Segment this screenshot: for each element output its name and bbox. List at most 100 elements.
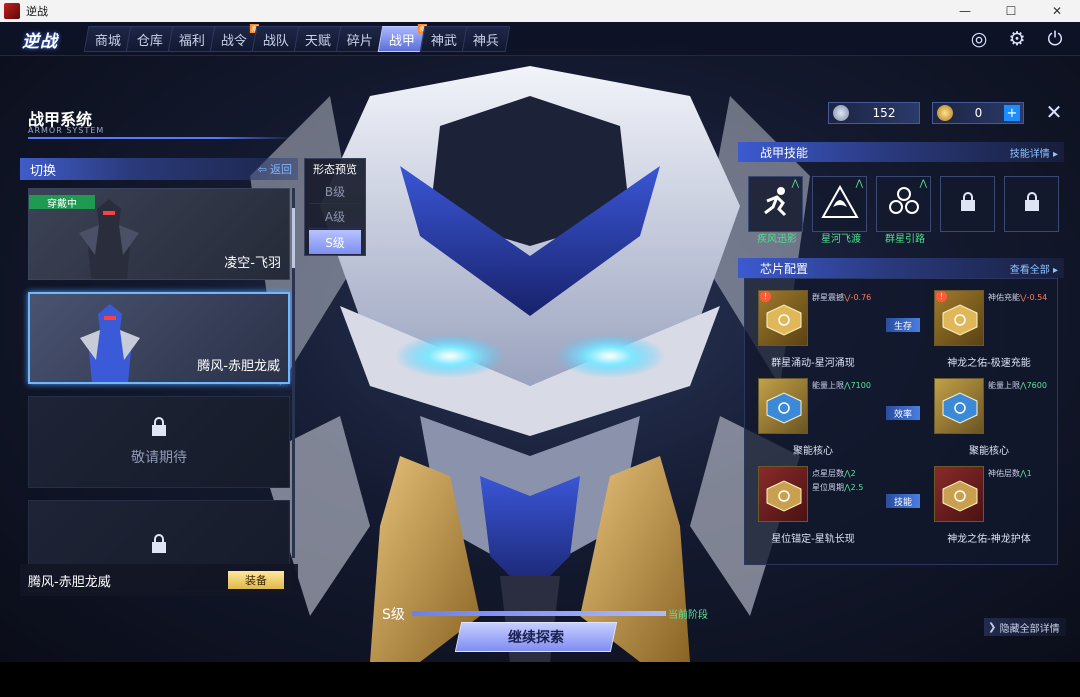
upgrade-arrow-icon: ⋀ bbox=[919, 179, 927, 189]
upgrade-arrow-icon: ⋀ bbox=[791, 179, 799, 189]
tab-8[interactable]: 神武 bbox=[419, 26, 469, 52]
chip-attr-value: 1 bbox=[1026, 469, 1032, 478]
form-option-1[interactable]: A级 bbox=[309, 205, 361, 229]
switch-header: 切换 ⇦ 返回 bbox=[20, 158, 298, 180]
view-all-label: 查看全部 bbox=[1009, 264, 1050, 276]
chip-attribute: 群星震撼⋁-0.76 bbox=[812, 292, 871, 303]
tab-4[interactable]: 战队 bbox=[251, 26, 301, 52]
lock-wrap: 敬请期待 bbox=[29, 397, 289, 487]
chip-link-label: 生存 bbox=[886, 318, 920, 332]
chip-attr-value: 2 bbox=[850, 469, 856, 478]
tab-5[interactable]: 天赋 bbox=[293, 26, 343, 52]
chip-attribute-2: 星位周期⋀2.5 bbox=[812, 482, 863, 493]
skill-slot[interactable] bbox=[940, 176, 995, 232]
power-icon[interactable]: ⏻ bbox=[1042, 26, 1068, 52]
add-gold-button[interactable]: + bbox=[1004, 105, 1020, 121]
chip-slot[interactable]: ! 神佑充能⋁-0.54 神龙之佑-极速充能 bbox=[924, 284, 1054, 370]
scrollbar-thumb[interactable] bbox=[292, 208, 295, 268]
skill-name: 疾风迅影 bbox=[757, 234, 797, 245]
continue-explore-button[interactable]: 继续探索 bbox=[454, 622, 618, 652]
equip-armor-name: 腾风-赤胆龙威 bbox=[28, 574, 111, 590]
armor-card[interactable]: 敬请期待 bbox=[28, 396, 290, 488]
skill-details-label: 技能详情 bbox=[1009, 148, 1050, 160]
close-window-button[interactable]: ✕ bbox=[1034, 0, 1080, 22]
tab-9[interactable]: 神兵 bbox=[461, 26, 511, 52]
form-option-0[interactable]: B级 bbox=[309, 180, 361, 204]
armor-card[interactable]: 腾风-赤胆龙威 bbox=[28, 292, 290, 384]
tab-0[interactable]: 商城 bbox=[83, 26, 133, 52]
skill-slot[interactable]: ⋀ 星河飞渡 bbox=[812, 176, 867, 245]
chip-name: 神龙之佑-神龙护体 bbox=[947, 534, 1031, 545]
star-cluster-icon bbox=[886, 185, 922, 223]
chip-link-label: 效率 bbox=[886, 406, 920, 420]
tab-3[interactable]: 战令新 bbox=[209, 24, 259, 52]
skills-list: ⋀ 疾风迅影 ⋀ 星河飞渡 ⋀ 群星引路 bbox=[748, 176, 1059, 245]
warning-icon: ! bbox=[936, 291, 947, 302]
skill-slot[interactable] bbox=[1004, 176, 1059, 232]
chip-slot[interactable]: 能量上限⋀7600 聚能核心 bbox=[924, 372, 1054, 458]
minimize-button[interactable]: — bbox=[942, 0, 988, 22]
skill-slot[interactable]: ⋀ 群星引路 bbox=[876, 176, 931, 245]
current-grade: S级 bbox=[382, 607, 405, 623]
skill-slot[interactable]: ⋀ 疾风迅影 bbox=[748, 176, 803, 245]
silver-coin-icon bbox=[833, 105, 849, 121]
chip-image bbox=[758, 466, 808, 522]
armor-name: 腾风-赤胆龙威 bbox=[197, 359, 280, 374]
form-option-2[interactable]: S级 bbox=[309, 230, 361, 254]
chip-attribute: 神佑层数⋀1 bbox=[988, 468, 1032, 479]
tab-label: 天赋 bbox=[304, 33, 331, 49]
window-controls: — ☐ ✕ bbox=[942, 0, 1080, 22]
chip-attr-name: 点星层数 bbox=[812, 469, 844, 478]
wearing-badge: 穿戴中 bbox=[29, 195, 95, 210]
skill-name: 群星引路 bbox=[885, 234, 925, 245]
hide-details-label: 隐藏全部详情 bbox=[999, 623, 1060, 635]
tab-7[interactable]: 战甲新 bbox=[377, 24, 427, 52]
form-options: B级 A级 S级 bbox=[305, 180, 365, 254]
gold-coin-icon bbox=[937, 105, 953, 121]
skill-name: 星河飞渡 bbox=[821, 234, 861, 245]
armor-switch-panel: 切换 ⇦ 返回 穿戴中 凌空-飞羽 腾风-赤胆龙威 敬请期待 腾风-赤胆龙威 装备 bbox=[20, 158, 298, 596]
maximize-button[interactable]: ☐ bbox=[988, 0, 1034, 22]
tab-1[interactable]: 仓库 bbox=[125, 26, 175, 52]
window-titlebar: 逆战 — ☐ ✕ bbox=[0, 0, 1080, 22]
tab-label: 战队 bbox=[262, 33, 289, 49]
armor-card[interactable]: 穿戴中 凌空-飞羽 bbox=[28, 188, 290, 280]
chip-attr-name: 群星震撼 bbox=[812, 293, 844, 302]
chip-link-label: 技能 bbox=[886, 494, 920, 508]
equip-button[interactable]: 装备 bbox=[228, 571, 284, 589]
chip-attr-value: 7100 bbox=[850, 381, 871, 390]
tab-label: 战令 bbox=[220, 33, 247, 49]
lock-icon bbox=[150, 534, 168, 558]
chip-image bbox=[934, 466, 984, 522]
chip-attr-name: 能量上限 bbox=[988, 381, 1020, 390]
chip-slot[interactable]: 能量上限⋀7100 聚能核心 bbox=[748, 372, 878, 458]
chip-name: 星位锚定-星轨长现 bbox=[771, 534, 855, 545]
gold-value: 0 bbox=[974, 106, 983, 120]
nav-tabs: 商城 仓库 福利 战令新战队 天赋 碎片 战甲新神武 神兵 bbox=[83, 24, 511, 52]
view-all-link[interactable]: 查看全部 ▸ bbox=[1010, 261, 1058, 276]
upgrade-arrow-icon: ⋀ bbox=[855, 179, 863, 189]
target-icon[interactable]: ◎ bbox=[966, 26, 992, 52]
grade-progress-bar bbox=[412, 611, 666, 616]
grade-progress-fill bbox=[412, 611, 666, 616]
hide-details-button[interactable]: ❯ 隐藏全部详情 bbox=[984, 618, 1066, 636]
close-button[interactable]: ✕ bbox=[1044, 100, 1064, 124]
chip-attr-value: -0.76 bbox=[850, 293, 872, 302]
tab-6[interactable]: 碎片 bbox=[335, 26, 385, 52]
skill-details-link[interactable]: 技能详情 ▸ bbox=[1010, 145, 1058, 160]
bottom-black-bar bbox=[0, 662, 1080, 697]
tab-2[interactable]: 福利 bbox=[167, 26, 217, 52]
chips-title: 芯片配置 bbox=[760, 261, 809, 276]
game-logo: 逆战 bbox=[22, 31, 58, 52]
back-button[interactable]: ⇦ 返回 bbox=[258, 161, 292, 177]
chip-attribute: 神佑充能⋁-0.54 bbox=[988, 292, 1047, 303]
gear-icon[interactable]: ⚙ bbox=[1004, 26, 1030, 52]
chip-slot[interactable]: 神佑层数⋀1 神龙之佑-神龙护体 bbox=[924, 460, 1054, 546]
chip-attr-name: 神佑层数 bbox=[988, 469, 1020, 478]
lock-icon bbox=[1023, 192, 1041, 216]
chip-name: 神龙之佑-极速充能 bbox=[947, 358, 1031, 369]
chip-slot[interactable]: ! 群星震撼⋁-0.76 群星涌动-星河涌现 bbox=[748, 284, 878, 370]
form-preview-title: 形态预览 bbox=[313, 163, 357, 176]
chip-attribute: 能量上限⋀7600 bbox=[988, 380, 1047, 391]
chip-slot[interactable]: 点星层数⋀2 星位周期⋀2.5 星位锚定-星轨长现 bbox=[748, 460, 878, 546]
